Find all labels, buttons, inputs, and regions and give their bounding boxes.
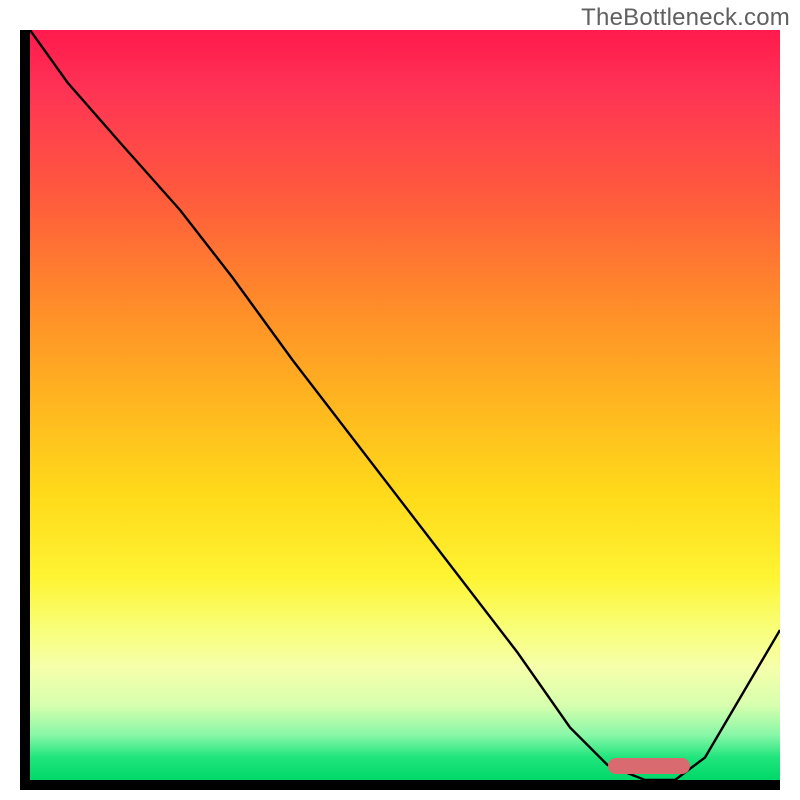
watermark-text: TheBottleneck.com <box>581 4 790 32</box>
plot-area <box>20 30 780 790</box>
curve-svg <box>30 30 780 780</box>
chart-root: TheBottleneck.com <box>0 0 800 800</box>
bottleneck-curve <box>30 30 780 780</box>
optimal-marker <box>608 758 691 774</box>
